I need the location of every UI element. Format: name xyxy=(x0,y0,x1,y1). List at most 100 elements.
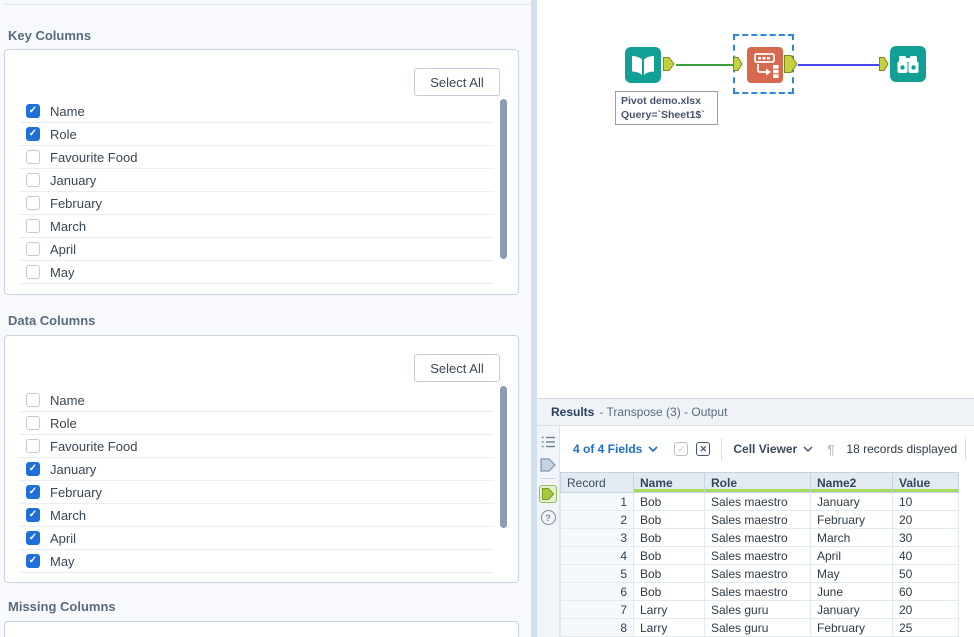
column-label: May xyxy=(50,264,75,280)
column-row[interactable]: Role xyxy=(19,412,494,435)
checkbox-unchecked[interactable] xyxy=(26,150,40,164)
checkbox-checked[interactable]: ✓ xyxy=(26,462,40,476)
column-row[interactable]: March xyxy=(19,215,494,238)
data-cell: Sales maestro xyxy=(704,564,811,583)
checkbox-checked[interactable]: ✓ xyxy=(26,485,40,499)
checkbox-unchecked[interactable] xyxy=(26,393,40,407)
input-anchor-icon[interactable] xyxy=(540,458,556,472)
results-title: Results xyxy=(551,405,595,419)
column-label: Name xyxy=(50,103,85,119)
table-row[interactable]: 2 Bob Sales maestro February 20 xyxy=(560,510,959,529)
help-icon[interactable]: ? xyxy=(540,510,556,525)
checkbox-checked[interactable]: ✓ xyxy=(26,554,40,568)
record-cell: 3 xyxy=(560,528,634,547)
column-row[interactable]: Favourite Food xyxy=(19,435,494,458)
metadata-list-icon[interactable] xyxy=(541,436,556,448)
transpose-input-anchor[interactable] xyxy=(733,57,743,71)
table-row[interactable]: 3 Bob Sales maestro March 30 xyxy=(560,528,959,547)
checkbox-unchecked[interactable] xyxy=(26,439,40,453)
key-select-all-button[interactable]: Select All xyxy=(414,68,500,96)
checkbox-unchecked[interactable] xyxy=(26,196,40,210)
column-header[interactable]: Role xyxy=(704,472,811,493)
cell-viewer-dropdown[interactable]: Cell Viewer xyxy=(733,442,813,456)
data-cell: January xyxy=(810,492,893,511)
column-row[interactable]: ✓ April xyxy=(19,527,494,550)
fields-dropdown[interactable]: 4 of 4 Fields xyxy=(573,442,658,456)
cancel-x-icon[interactable]: ✕ xyxy=(696,442,711,456)
checkbox-unchecked[interactable] xyxy=(26,219,40,233)
checkbox-unchecked[interactable] xyxy=(26,242,40,256)
data-columns-label: Data Columns xyxy=(8,313,96,328)
column-row[interactable]: ✓ March xyxy=(19,504,494,527)
annotation-line1: Pivot demo.xlsx xyxy=(621,95,701,107)
column-header[interactable]: Name xyxy=(633,472,705,493)
transpose-output-anchor[interactable] xyxy=(784,55,798,73)
connection-transpose-to-browse[interactable] xyxy=(798,64,880,66)
column-label: Role xyxy=(50,126,77,142)
output-anchor-selected[interactable] xyxy=(539,485,557,503)
column-row[interactable]: May xyxy=(19,261,494,284)
table-row[interactable]: 4 Bob Sales maestro April 40 xyxy=(560,546,959,565)
table-row[interactable]: 1 Bob Sales maestro January 10 xyxy=(560,492,959,511)
column-row[interactable]: Favourite Food xyxy=(19,146,494,169)
data-cell: Bob xyxy=(633,546,705,565)
workflow-canvas[interactable]: Pivot demo.xlsx Query=`Sheet1$` xyxy=(537,0,974,398)
column-row[interactable]: January xyxy=(19,169,494,192)
results-table: Record Name Role Name2 Value 1 Bob Sales maest… xyxy=(560,472,959,637)
record-cell: 8 xyxy=(560,618,634,637)
results-panel: Results - Transpose (3) - Output ? 4 of … xyxy=(537,398,974,637)
connection-input-to-transpose[interactable] xyxy=(676,64,733,66)
column-row[interactable]: February xyxy=(19,192,494,215)
data-cell: 40 xyxy=(892,546,959,565)
column-row[interactable]: Name xyxy=(19,389,494,412)
column-header[interactable]: Record xyxy=(560,472,634,493)
column-header[interactable]: Value xyxy=(892,472,959,493)
column-row[interactable]: April xyxy=(19,238,494,261)
records-displayed-label: 18 records displayed xyxy=(846,442,958,456)
chevron-down-icon xyxy=(803,446,813,452)
checkbox-checked[interactable]: ✓ xyxy=(26,531,40,545)
toolbar-separator xyxy=(721,438,723,460)
checkbox-unchecked[interactable] xyxy=(26,173,40,187)
table-row[interactable]: 5 Bob Sales maestro May 50 xyxy=(560,564,959,583)
key-list-scrollbar[interactable] xyxy=(500,99,507,259)
checkbox-unchecked[interactable] xyxy=(26,265,40,279)
input-tool-output-anchor[interactable] xyxy=(663,57,675,71)
chevron-down-icon xyxy=(648,446,658,452)
checkbox-checked[interactable]: ✓ xyxy=(26,127,40,141)
column-row[interactable]: ✓ Name xyxy=(19,100,494,123)
data-cell: January xyxy=(810,600,893,619)
column-row[interactable]: ✓ January xyxy=(19,458,494,481)
table-row[interactable]: 6 Bob Sales maestro June 60 xyxy=(560,582,959,601)
whitespace-toggle-icon[interactable]: ¶ xyxy=(827,442,834,457)
data-cell: Sales guru xyxy=(704,600,811,619)
column-row[interactable]: ✓ Role xyxy=(19,123,494,146)
column-label: April xyxy=(50,241,77,257)
checkbox-unchecked[interactable] xyxy=(26,416,40,430)
browse-tool[interactable] xyxy=(890,46,926,82)
input-data-tool[interactable] xyxy=(625,47,661,83)
table-row[interactable]: 8 Larry Sales guru February 25 xyxy=(560,618,959,637)
tool-annotation[interactable]: Pivot demo.xlsx Query=`Sheet1$` xyxy=(615,91,718,125)
data-cell: June xyxy=(810,582,893,601)
data-cell: Sales maestro xyxy=(704,528,811,547)
browse-input-anchor[interactable] xyxy=(879,57,889,71)
column-label: May xyxy=(50,553,75,569)
data-cell: 20 xyxy=(892,600,959,619)
checkbox-checked[interactable]: ✓ xyxy=(26,508,40,522)
column-label: February xyxy=(50,195,103,211)
transpose-tool[interactable] xyxy=(747,47,783,83)
table-row[interactable]: 7 Larry Sales guru January 20 xyxy=(560,600,959,619)
key-columns-label: Key Columns xyxy=(8,28,92,43)
record-cell: 1 xyxy=(560,492,634,511)
column-header[interactable]: Name2 xyxy=(810,472,893,493)
data-cell: 30 xyxy=(892,528,959,547)
data-cell: February xyxy=(810,618,893,637)
data-cell: Larry xyxy=(633,600,705,619)
column-row[interactable]: ✓ February xyxy=(19,481,494,504)
results-sidebar: ? xyxy=(537,426,560,637)
column-row[interactable]: ✓ May xyxy=(19,550,494,573)
checkbox-checked[interactable]: ✓ xyxy=(26,104,40,118)
data-select-all-button[interactable]: Select All xyxy=(414,354,500,382)
data-list-scrollbar[interactable] xyxy=(500,386,507,528)
